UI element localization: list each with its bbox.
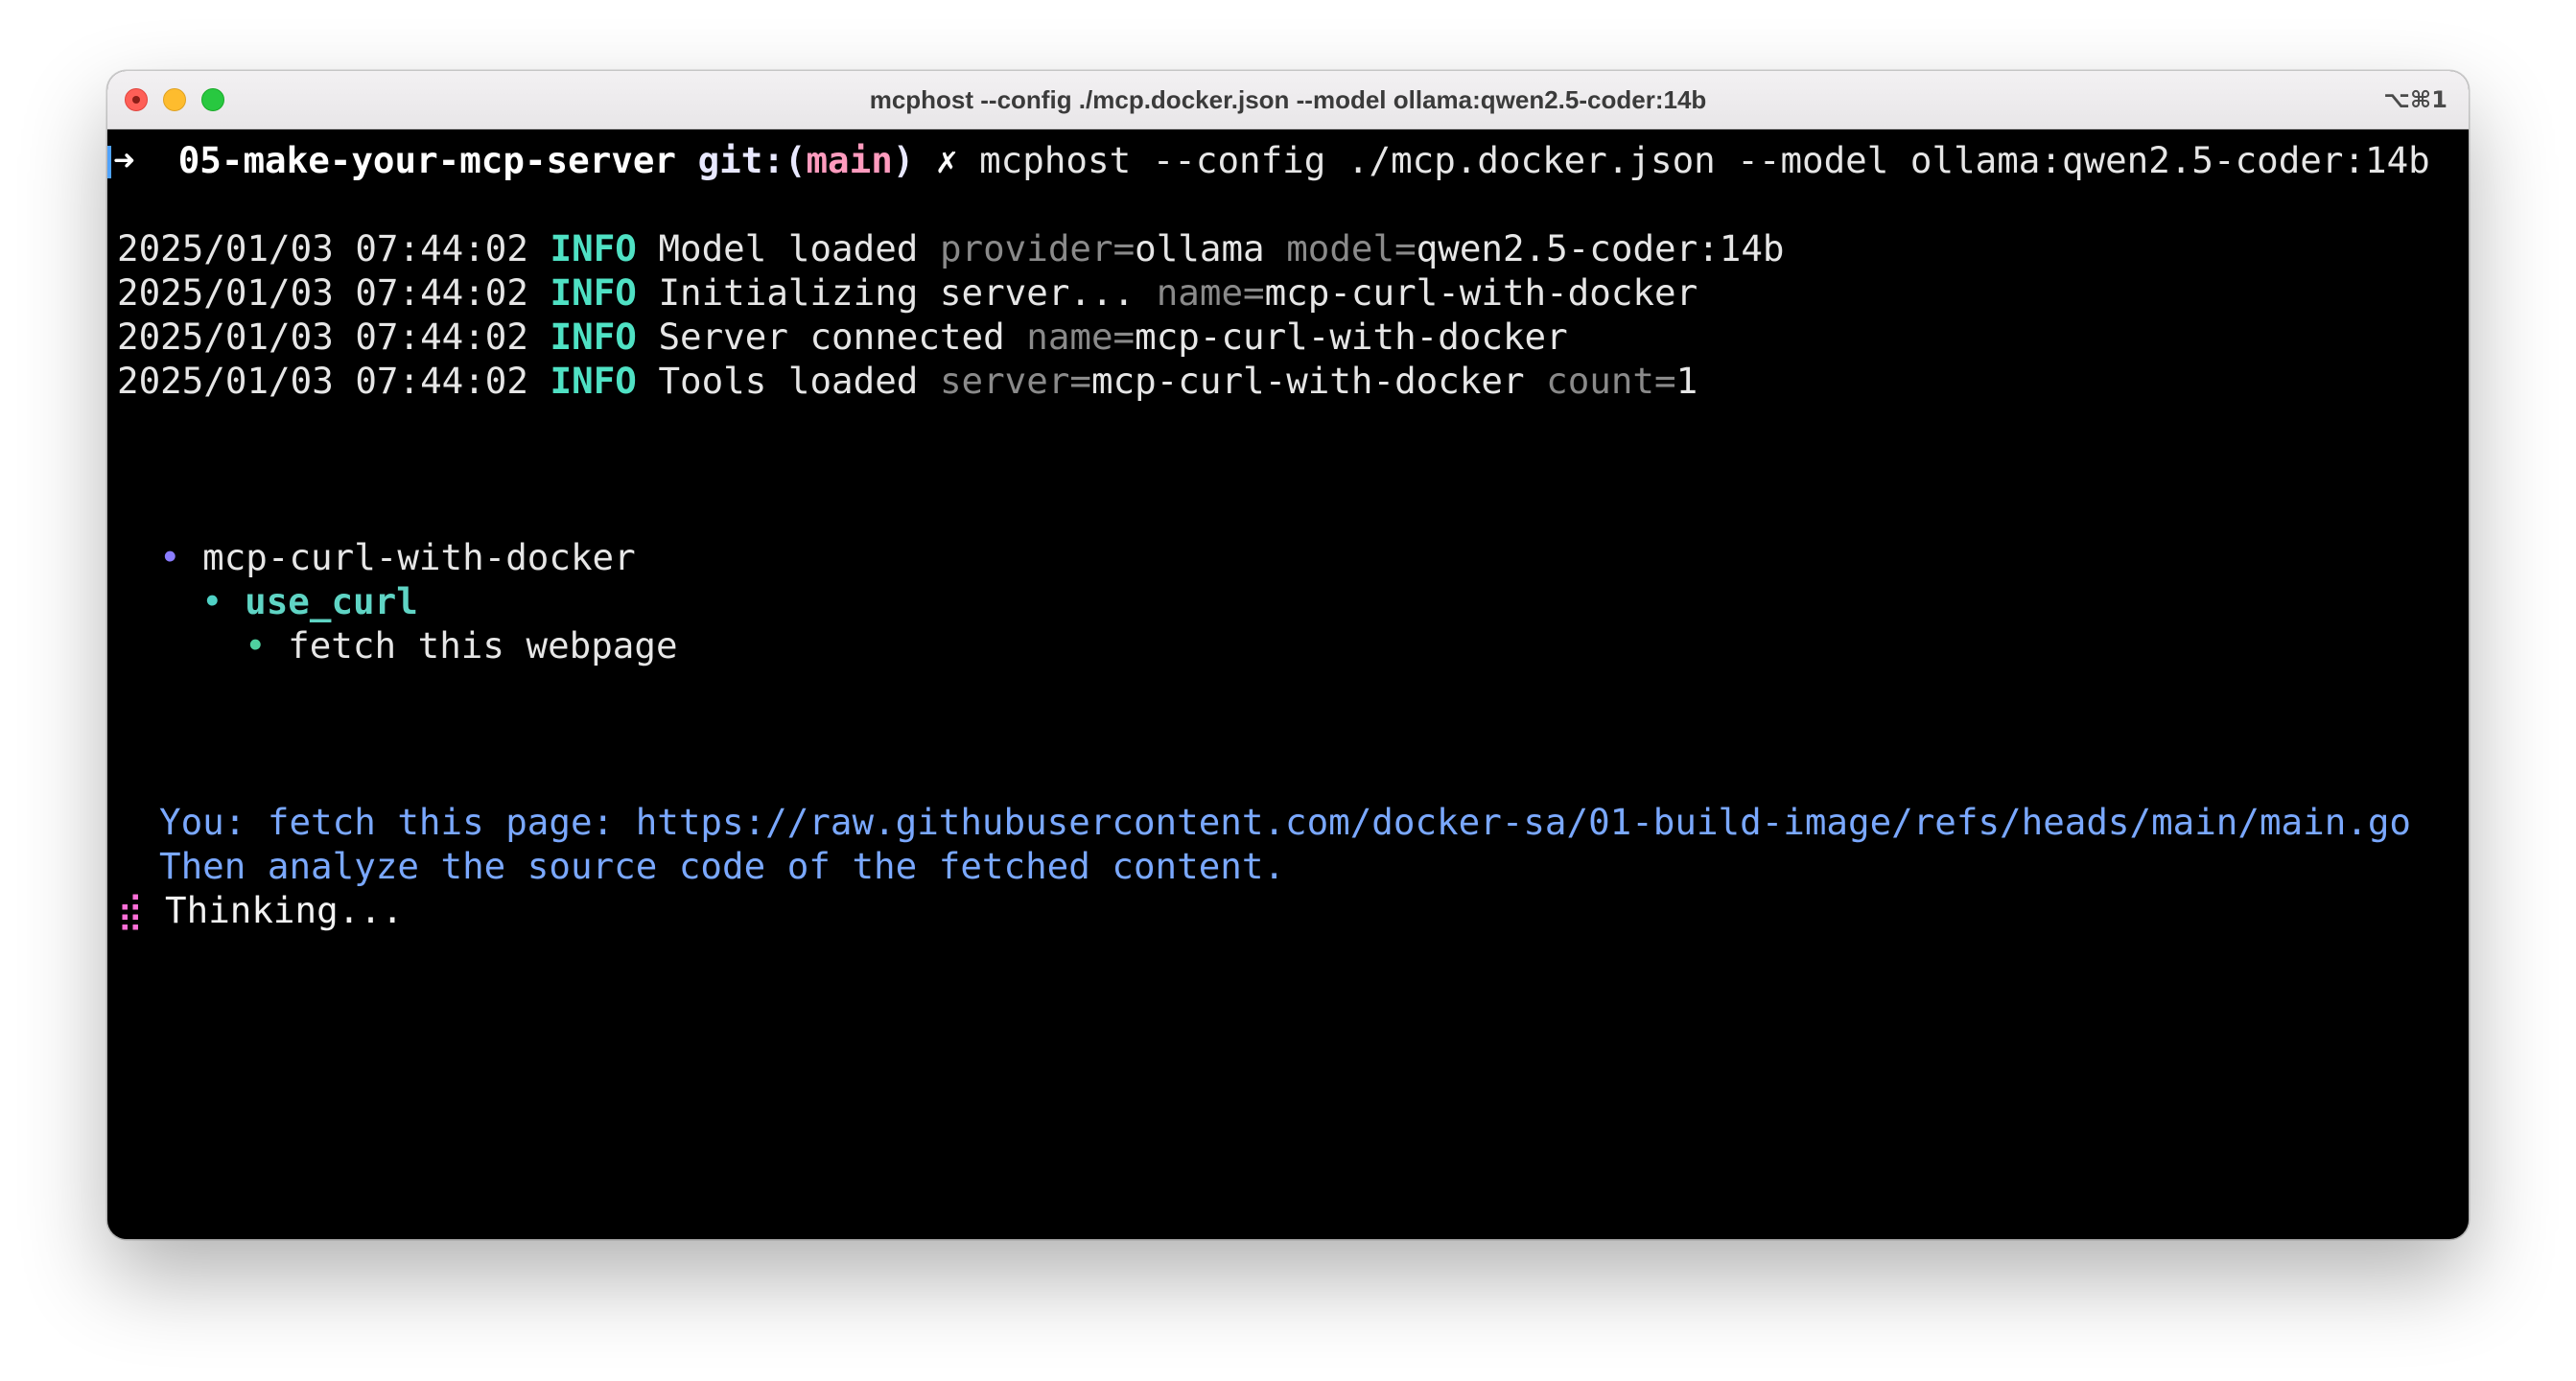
log-timestamp: 2025/01/03 07:44:02 [117,227,528,269]
tree-description-item: • fetch this webpage [245,623,678,667]
log-line: 2025/01/03 07:44:02 INFO Tools loaded se… [117,359,1698,403]
tree-server-item: • mcp-curl-with-docker [159,535,636,579]
log-level: INFO [550,227,637,269]
log-timestamp: 2025/01/03 07:44:02 [117,316,528,358]
status-line: ⣾ Thinking... [117,888,403,932]
bullet-icon: • [245,624,267,667]
prompt-command: mcphost --config ./mcp.docker.json --mod… [979,139,2430,181]
log-field-value: mcp-curl-with-docker [1135,316,1568,358]
git-branch: main [806,139,893,181]
tree-server-name: mcp-curl-with-docker [202,536,636,578]
log-line: 2025/01/03 07:44:02 INFO Initializing se… [117,270,1698,315]
window-title: mcphost --config ./mcp.docker.json --mod… [869,85,1707,114]
tab-shortcut: ⌥⌘1 [2383,86,2447,113]
log-message: Initializing server... [658,271,1136,314]
log-line: 2025/01/03 07:44:02 INFO Model loaded pr… [117,226,1784,270]
log-field-value: qwen2.5-coder:14b [1416,227,1785,269]
log-field-key: count= [1546,360,1676,402]
thinking-status: Thinking... [165,889,404,931]
log-field-key: name= [1156,271,1265,314]
tree-tool-description: fetch this webpage [288,624,678,667]
log-field-key: model= [1286,227,1417,269]
bullet-icon: • [159,536,181,578]
tree-tool-name: use_curl [245,580,418,622]
bullet-icon: • [201,580,223,622]
log-message: Tools loaded [658,360,919,402]
log-field-key: provider= [939,227,1136,269]
log-field-value: mcp-curl-with-docker [1091,360,1525,402]
log-field-value: 1 [1675,360,1698,402]
spinner-icon: ⣾ [117,889,144,931]
log-message: Model loaded [658,227,919,269]
tree-tool-item: • use_curl [201,579,418,623]
log-timestamp: 2025/01/03 07:44:02 [117,271,528,314]
terminal-output[interactable]: ➜ 05-make-your-mcp-server git:(main) ✗ m… [107,130,2469,1239]
log-level: INFO [550,271,637,314]
user-message-line-1: You: fetch this page: https://raw.github… [159,801,2411,843]
prompt-arrow-icon: ➜ [113,139,135,181]
log-field-value: ollama [1135,227,1265,269]
dirty-mark: ✗ [935,139,958,181]
log-line: 2025/01/03 07:44:02 INFO Server connecte… [117,315,1568,359]
cursor-marker-icon [107,146,111,178]
terminal-window: mcphost --config ./mcp.docker.json --mod… [107,71,2469,1239]
log-field-key: server= [939,360,1091,402]
log-field-key: name= [1026,316,1136,358]
log-level: INFO [550,316,637,358]
git-suffix: ) [892,139,915,181]
log-message: Server connected [658,316,1005,358]
prompt-directory: 05-make-your-mcp-server [177,139,677,181]
log-level: INFO [550,360,637,402]
log-timestamp: 2025/01/03 07:44:02 [117,360,528,402]
title-bar: mcphost --config ./mcp.docker.json --mod… [107,71,2469,129]
log-field-value: mcp-curl-with-docker [1264,271,1698,314]
git-prefix: git:( [697,139,807,181]
prompt-line: ➜ 05-make-your-mcp-server git:(main) ✗ m… [107,138,2430,182]
user-message-line-2: Then analyze the source code of the fetc… [159,845,1285,887]
